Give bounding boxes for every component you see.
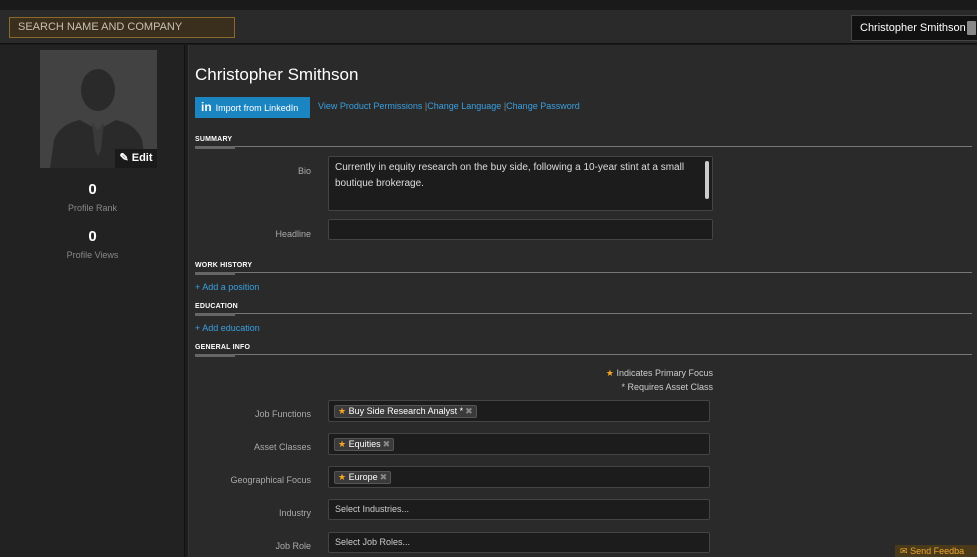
headline-label: Headline xyxy=(275,229,311,239)
import-linkedin-label: Import from LinkedIn xyxy=(215,103,299,113)
page-title: Christopher Smithson xyxy=(195,65,359,84)
profile-rank-label: Profile Rank xyxy=(67,203,118,213)
job-function-tag-label: Buy Side Research Analyst * xyxy=(348,406,464,416)
divider xyxy=(195,146,972,147)
divider-accent xyxy=(195,354,235,357)
change-password-link[interactable]: Change Password xyxy=(506,101,580,111)
geographical-focus-label: Geographical Focus xyxy=(230,475,311,485)
job-role-label: Job Role xyxy=(275,541,311,551)
job-functions-input[interactable]: ★ Buy Side Research Analyst * ✖ xyxy=(328,400,710,422)
profile-main: Christopher Smithson in Import from Linke… xyxy=(188,45,977,557)
primary-focus-legend-text: Indicates Primary Focus xyxy=(616,368,713,378)
industry-select[interactable]: Select Industries... xyxy=(328,499,710,520)
close-icon[interactable]: ✖ xyxy=(383,439,391,449)
close-icon[interactable]: ✖ xyxy=(380,472,388,482)
divider-accent xyxy=(195,313,235,316)
asset-class-tag-label: Equities xyxy=(348,439,381,449)
bio-label: Bio xyxy=(297,166,311,176)
section-summary-heading: SUMMARY xyxy=(195,136,233,143)
linkedin-icon: in xyxy=(201,100,212,114)
user-menu-name: Christopher Smithson xyxy=(860,22,966,34)
edit-photo-button[interactable]: ✎ Edit xyxy=(115,149,157,168)
asset-class-legend: * Requires Asset Class xyxy=(621,382,713,392)
bio-text: Currently in equity research on the buy … xyxy=(335,162,685,189)
primary-focus-legend: ★ Indicates Primary Focus xyxy=(599,368,713,379)
search-input[interactable]: SEARCH NAME AND COMPANY xyxy=(9,17,235,38)
flag-icon xyxy=(967,21,976,35)
job-function-tag[interactable]: ★ Buy Side Research Analyst * ✖ xyxy=(334,405,477,418)
add-education-link[interactable]: + Add education xyxy=(195,323,260,333)
import-linkedin-button[interactable]: in Import from LinkedIn xyxy=(195,97,310,118)
star-icon: ★ xyxy=(338,406,347,416)
divider xyxy=(195,354,972,355)
profile-sidebar: ✎ Edit 0 Profile Rank 0 Profile Views xyxy=(0,45,185,557)
divider-accent xyxy=(195,146,235,149)
bio-scrollbar[interactable] xyxy=(705,161,709,199)
geo-focus-tag[interactable]: ★ Europe ✖ xyxy=(334,471,392,484)
user-menu-button[interactable]: Christopher Smithson▾ xyxy=(851,15,977,41)
industry-label: Industry xyxy=(278,508,311,518)
geo-focus-tag-label: Europe xyxy=(348,472,378,482)
add-position-link[interactable]: + Add a position xyxy=(195,282,259,292)
divider xyxy=(195,272,972,273)
geographical-focus-input[interactable]: ★ Europe ✖ xyxy=(328,466,710,488)
job-functions-label: Job Functions xyxy=(254,409,311,419)
send-feedback-button[interactable]: ✉ Send Feedba xyxy=(895,545,977,557)
close-icon[interactable]: ✖ xyxy=(465,406,473,416)
profile-rank-value: 0 xyxy=(88,181,97,198)
mail-icon: ✉ xyxy=(900,546,908,556)
star-icon: ★ xyxy=(605,368,614,378)
asset-classes-input[interactable]: ★ Equities ✖ xyxy=(328,433,710,455)
industry-placeholder: Select Industries... xyxy=(335,504,410,514)
view-permissions-link[interactable]: View Product Permissions xyxy=(318,101,422,111)
profile-views-label: Profile Views xyxy=(66,250,119,260)
asset-class-tag[interactable]: ★ Equities ✖ xyxy=(334,438,395,451)
edit-label: Edit xyxy=(131,152,153,164)
job-role-placeholder: Select Job Roles... xyxy=(335,537,411,547)
star-icon: ★ xyxy=(338,472,347,482)
divider-accent xyxy=(195,272,235,275)
profile-views-value: 0 xyxy=(88,228,97,245)
send-feedback-label: Send Feedba xyxy=(910,546,965,556)
section-general-info-heading: GENERAL INFO xyxy=(195,344,251,351)
job-role-select[interactable]: Select Job Roles... xyxy=(328,532,710,553)
section-work-history-heading: WORK HISTORY xyxy=(195,262,253,269)
account-links: View Product Permissions |Change Languag… xyxy=(318,101,580,111)
section-education-heading: EDUCATION xyxy=(195,303,238,310)
bio-textarea[interactable]: Currently in equity research on the buy … xyxy=(328,156,713,211)
headline-input[interactable] xyxy=(328,219,713,240)
pencil-icon: ✎ xyxy=(119,152,129,164)
divider xyxy=(195,313,972,314)
change-language-link[interactable]: Change Language xyxy=(427,101,501,111)
asset-classes-label: Asset Classes xyxy=(253,442,311,452)
star-icon: ★ xyxy=(338,439,347,449)
